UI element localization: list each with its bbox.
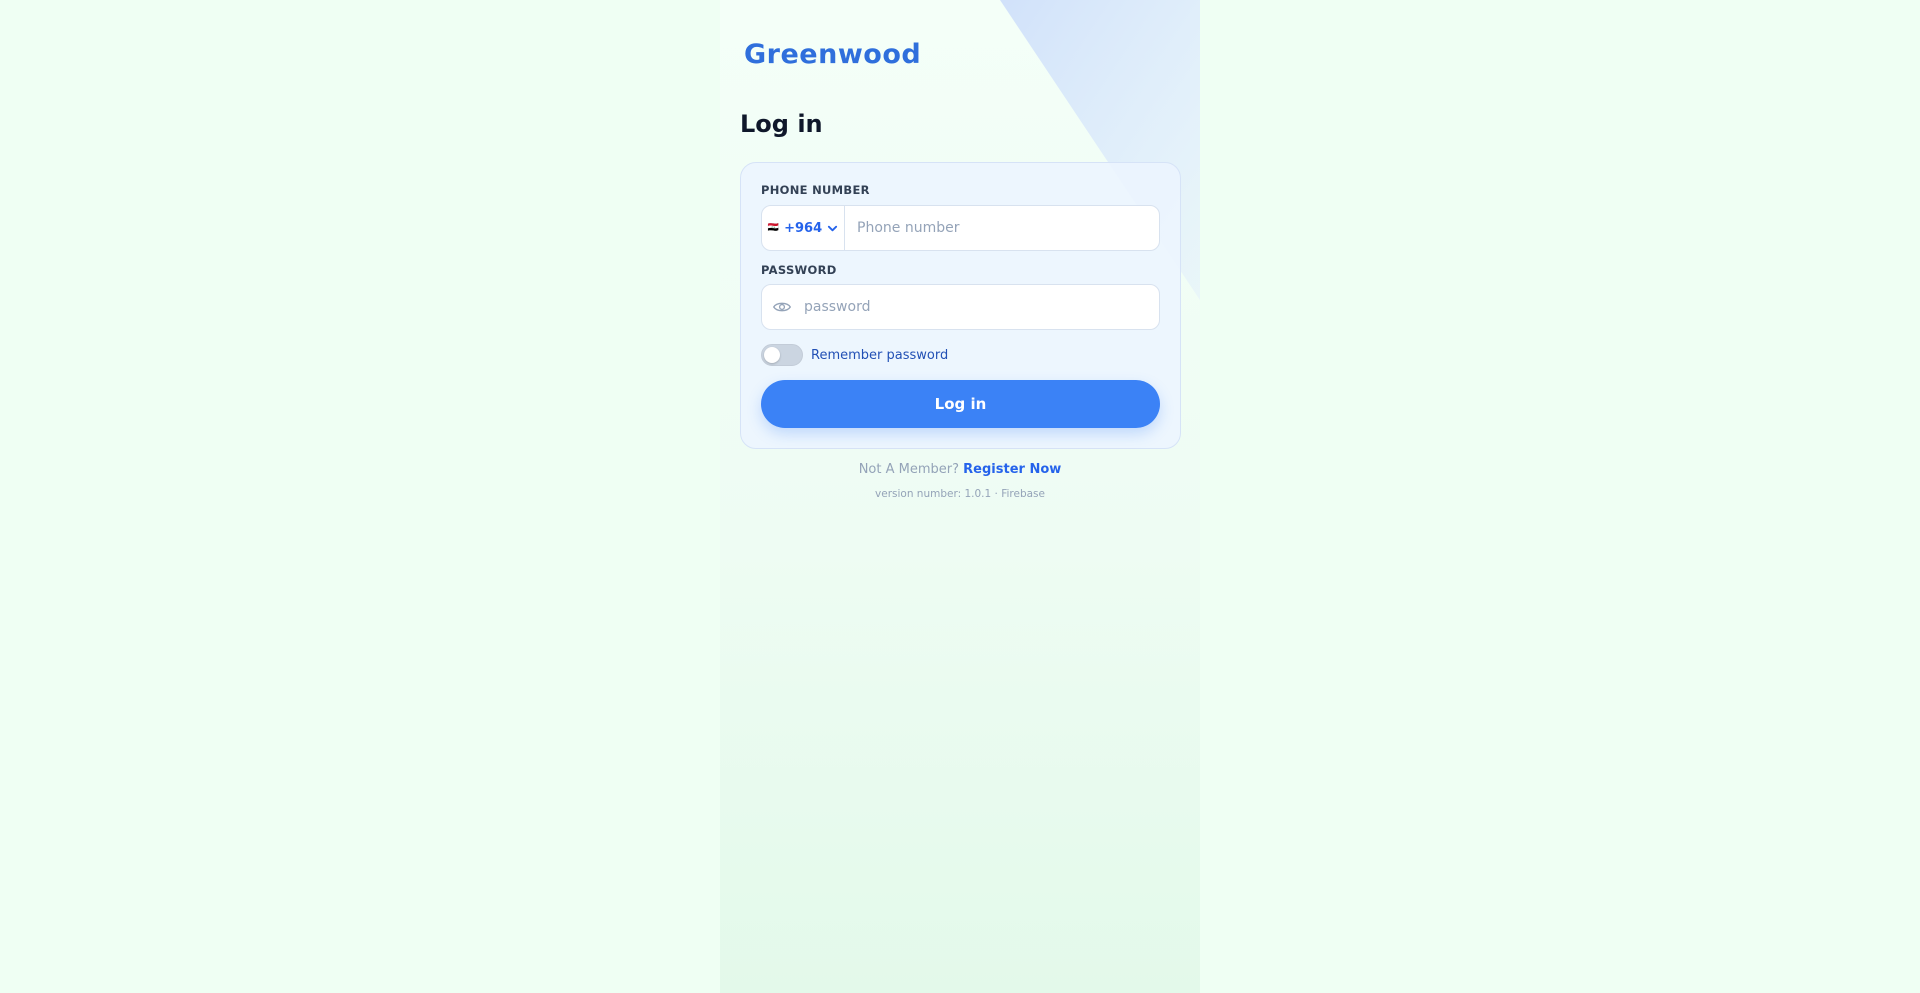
register-prompt-line: Not A Member? Register Now	[720, 462, 1200, 477]
remember-password-label[interactable]: Remember password	[811, 348, 948, 363]
country-code-value: +964	[784, 220, 823, 236]
register-now-link[interactable]: Register Now	[963, 462, 1061, 477]
login-form-card: PHONE NUMBER 🇮🇶 +964 PASSWORD	[740, 162, 1181, 449]
phone-number-label: PHONE NUMBER	[761, 183, 870, 197]
phone-number-field: 🇮🇶 +964	[761, 205, 1160, 251]
remember-password-toggle[interactable]	[761, 344, 803, 366]
remember-password-row: Remember password	[761, 343, 948, 367]
toggle-knob	[764, 347, 780, 363]
page-title: Log in	[740, 110, 823, 138]
login-screen: Greenwood Log in PHONE NUMBER 🇮🇶 +964 PA…	[720, 0, 1200, 993]
chevron-down-icon	[828, 225, 838, 231]
country-flag: 🇮🇶	[767, 223, 780, 233]
password-field	[761, 284, 1160, 330]
password-label: PASSWORD	[761, 263, 837, 277]
country-code-select[interactable]: 🇮🇶 +964	[762, 206, 845, 250]
brand-logo-text: Greenwood	[744, 39, 922, 70]
version-info: version number: 1.0.1 · Firebase	[875, 488, 1045, 500]
register-prompt-text: Not A Member?	[858, 462, 960, 477]
phone-number-input[interactable]	[845, 206, 1159, 250]
eye-icon	[773, 302, 791, 312]
login-button[interactable]: Log in	[761, 380, 1160, 428]
password-input[interactable]	[802, 285, 1159, 329]
toggle-password-visibility[interactable]	[762, 285, 802, 329]
